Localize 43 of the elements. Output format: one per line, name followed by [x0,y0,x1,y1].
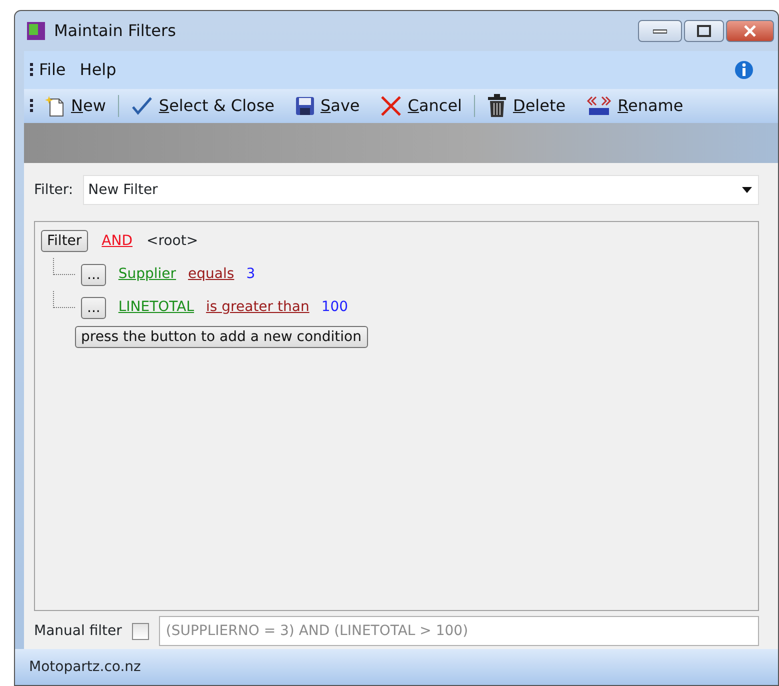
window-title: Maintain Filters [54,20,176,42]
menu-item[interactable]: Help [80,58,116,82]
filter-dropdown[interactable]: New Filter [83,175,759,205]
condition-menu-button[interactable]: ... [81,264,106,286]
filter-label: Filter: [34,180,74,200]
status-bar: Motopartz.co.nz [15,649,778,685]
grip-icon [30,63,33,77]
condition-menu-button[interactable]: ... [81,296,106,318]
operator-link[interactable]: is greater than [206,297,310,318]
operator-link[interactable]: AND [102,230,133,252]
minimize-icon [653,28,667,34]
new-document-icon [45,95,65,117]
toolbar-button[interactable]: Cancel [380,94,462,118]
toolbar-button[interactable]: Delete [486,94,566,118]
checkmark-icon [130,96,153,116]
root-node-label: <root> [146,232,198,250]
tree-connector [53,290,75,308]
value-text[interactable]: 3 [246,264,256,285]
value-text[interactable]: 100 [321,297,348,318]
toolbar-button[interactable]: Select & Close [130,94,274,118]
toolbar-button[interactable]: New [45,94,106,118]
minimize-button[interactable] [638,20,682,42]
close-button[interactable] [726,20,774,42]
dropdown-caret-icon [742,187,752,193]
cross-icon [380,95,402,117]
add-condition-button[interactable]: press the button to add a new condition [75,326,368,348]
app-icon [26,21,46,41]
operator-link[interactable]: equals [188,264,234,285]
info-icon[interactable] [734,60,754,80]
grip-icon [30,99,33,113]
manual-filter-label: Manual filter [34,622,122,640]
toolbar-button[interactable]: Save [294,94,360,118]
tree-connector [53,258,75,274]
maximize-icon [697,25,711,37]
field-link[interactable]: LINETOTAL [118,297,194,318]
maximize-button[interactable] [684,20,724,42]
close-icon [743,25,757,37]
menu-item[interactable]: File [39,58,66,82]
rename-icon [586,95,612,117]
filter-button[interactable]: Filter [41,230,88,252]
trash-can-icon [486,94,507,118]
toolbar-button[interactable]: Rename [586,94,684,118]
field-link[interactable]: Supplier [118,264,176,285]
